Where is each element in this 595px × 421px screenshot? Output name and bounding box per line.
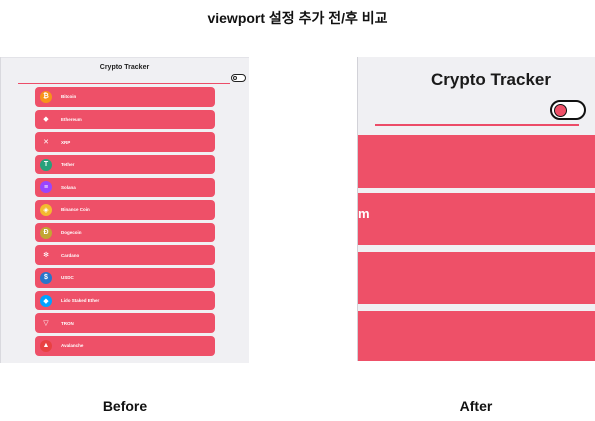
coin-name: Bitcoin [61,94,77,100]
after-screenshot: Crypto Tracker m [357,57,595,361]
coin-card[interactable]: m [358,193,595,245]
tron-icon: ▽ [40,317,52,330]
coin-card[interactable] [358,252,595,304]
coin-list-item[interactable]: ✻ Cardano [35,245,215,265]
cardano-icon: ✻ [40,249,52,262]
after-caption: After [459,398,493,414]
header-divider [18,83,230,84]
dogecoin-icon: Ð [40,226,52,239]
coin-list-item[interactable]: ▽ TRON [35,313,215,333]
before-screenshot: Crypto Tracker ₿ Bitcoin ◆ Ethereum ✕ XRP T Tet… [0,57,249,363]
toggle-knob [233,76,237,80]
coin-name: Ethereum [61,116,82,122]
coin-list-item[interactable]: T Tether [35,154,215,175]
binance-icon: ◈ [40,203,52,216]
coin-name: Dogecoin [61,230,82,236]
theme-toggle[interactable] [550,100,586,120]
coin-list-item[interactable]: ≡ Solana [35,177,215,198]
coin-list-item[interactable]: ▲ Avalanche [35,336,215,356]
coin-list-item[interactable]: ◆ Ethereum [35,109,215,130]
usdc-icon: $ [40,271,52,284]
tether-icon: T [40,158,52,171]
coin-list-item[interactable]: ✕ XRP [35,132,215,152]
bitcoin-icon: ₿ [40,90,52,103]
coin-name: Solana [61,184,76,190]
avalanche-icon: ▲ [40,339,52,352]
coin-list-item[interactable]: $ USDC [35,268,215,288]
coin-name: TRON [61,320,74,326]
coin-list-item[interactable]: ◈ Binance Coin [35,200,215,220]
coin-card[interactable] [358,135,595,188]
ethereum-icon: ◆ [40,113,52,126]
toggle-knob [554,104,567,117]
coin-card[interactable] [358,311,595,361]
xrp-icon: ✕ [40,136,52,149]
coin-list-item[interactable]: Ð Dogecoin [35,222,215,243]
before-caption: Before [102,398,148,414]
header-divider [375,124,579,126]
app-title: Crypto Tracker [99,64,150,71]
coin-list-item[interactable]: ◆ Lido Staked Ether [35,290,215,311]
coin-name: Tether [61,162,75,168]
coin-name: USDC [61,275,74,281]
coin-name: Binance Coin [61,207,90,213]
theme-toggle[interactable] [231,74,246,82]
coin-name: Lido Staked Ether [61,298,100,304]
page-title: viewport 설정 추가 전/후 비교 [207,10,388,26]
coin-card-label-fragment: m [358,206,370,221]
lido-icon: ◆ [40,294,52,307]
solana-icon: ≡ [40,181,52,194]
coin-name: Cardano [61,252,80,258]
coin-list: ₿ Bitcoin ◆ Ethereum ✕ XRP T Tether ≡ Solana ◈ Bina… [35,87,215,359]
coin-name: Avalanche [61,343,84,349]
app-title: Crypto Tracker [431,70,551,89]
coin-list-item[interactable]: ₿ Bitcoin [35,87,215,107]
coin-name: XRP [61,139,71,145]
